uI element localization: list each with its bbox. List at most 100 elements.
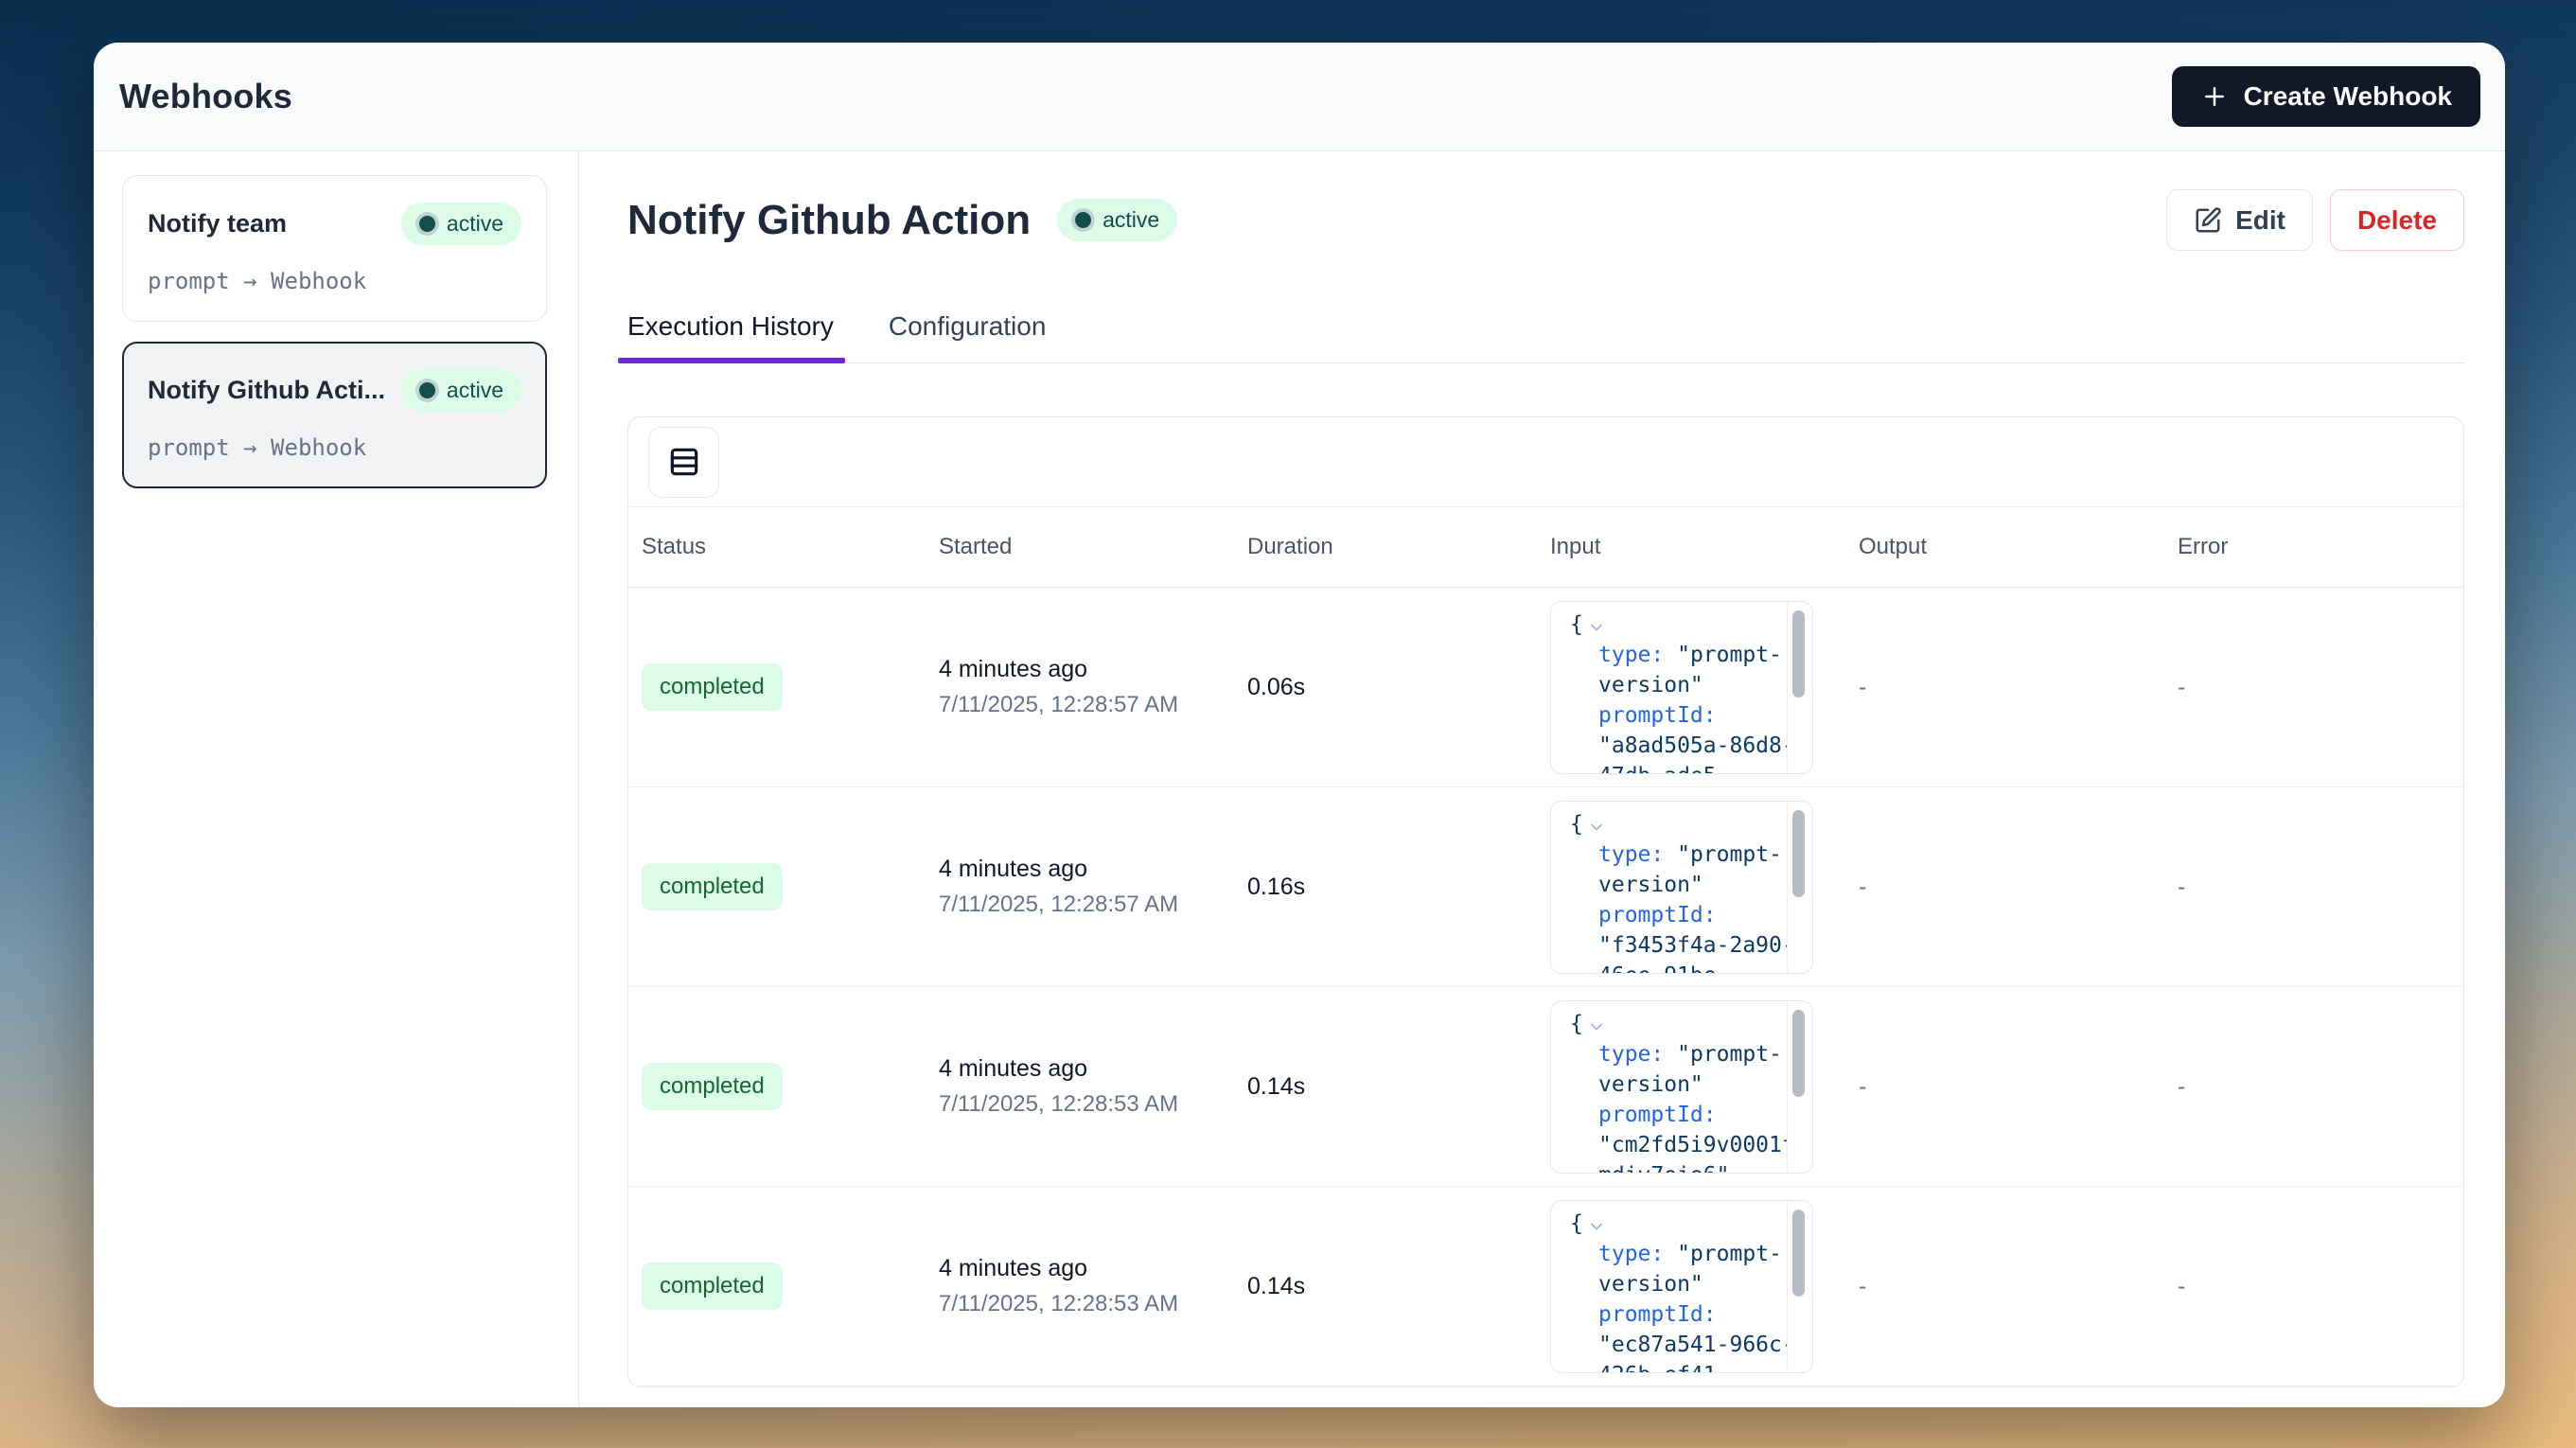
webhook-name: Notify Github Acti...	[148, 376, 385, 405]
active-dot-icon	[419, 216, 435, 232]
detail-actions: Edit Delete	[2166, 189, 2464, 251]
json-key: promptId:	[1598, 903, 1717, 927]
json-scrollbar-thumb[interactable]	[1792, 1210, 1805, 1297]
input-json-preview[interactable]: { type: "prompt- version" promptId: "a8a…	[1550, 601, 1813, 774]
webhook-route: prompt → Webhook	[148, 434, 521, 461]
error-value: -	[2178, 874, 2463, 901]
chevron-down-icon[interactable]	[1587, 1017, 1606, 1036]
started-absolute: 7/11/2025, 12:28:57 AM	[939, 892, 1247, 918]
table-row: completed 4 minutes ago 7/11/2025, 12:28…	[628, 588, 2463, 787]
tab-execution-history[interactable]: Execution History	[627, 311, 834, 362]
webhook-detail-title: Notify Github Action	[627, 197, 1031, 244]
status-badge-label: active	[447, 378, 503, 403]
json-value: "a8ad505a-86d8-	[1598, 733, 1795, 758]
json-scrollbar	[1787, 1002, 1811, 1172]
status-badge: completed	[642, 863, 783, 910]
app-body: Notify team active prompt → Webhook Noti…	[94, 151, 2505, 1407]
started-absolute: 7/11/2025, 12:28:53 AM	[939, 1091, 1247, 1118]
sidebar-item-header: Notify Github Acti... active	[148, 369, 521, 412]
plus-icon	[2200, 82, 2229, 111]
chevron-down-icon[interactable]	[1587, 818, 1606, 837]
status-badge: completed	[642, 1063, 783, 1110]
json-value: "prompt-	[1677, 1242, 1782, 1266]
status-badge: completed	[642, 663, 783, 711]
json-open-brace: {	[1570, 1209, 1583, 1239]
column-header-duration: Duration	[1247, 534, 1550, 560]
error-value: -	[2178, 1073, 2463, 1101]
json-key: promptId:	[1598, 703, 1717, 728]
input-json-preview[interactable]: { type: "prompt- version" promptId: "f34…	[1550, 801, 1813, 974]
duration-value: 0.14s	[1247, 1073, 1550, 1101]
table-rows-view-button[interactable]	[648, 427, 719, 498]
sidebar-item-notify-team[interactable]: Notify team active prompt → Webhook	[122, 175, 547, 322]
json-scrollbar-thumb[interactable]	[1792, 1010, 1805, 1097]
duration-value: 0.06s	[1247, 674, 1550, 701]
json-scrollbar	[1787, 603, 1811, 772]
active-dot-icon	[1075, 212, 1091, 228]
sidebar-item-header: Notify team active	[148, 203, 521, 245]
column-header-input: Input	[1550, 534, 1859, 560]
json-open-brace: {	[1570, 809, 1583, 839]
tab-configuration[interactable]: Configuration	[889, 311, 1047, 362]
json-value: version"	[1598, 873, 1703, 897]
table-rows-icon	[666, 444, 702, 480]
json-value: version"	[1598, 1072, 1703, 1097]
json-value: "prompt-	[1677, 1042, 1782, 1067]
detail-tabs: Execution History Configuration	[627, 311, 2464, 363]
webhook-route: prompt → Webhook	[148, 268, 521, 294]
json-scrollbar-thumb[interactable]	[1792, 610, 1805, 698]
output-value: -	[1859, 674, 2178, 701]
delete-button[interactable]: Delete	[2330, 189, 2464, 251]
column-header-started: Started	[939, 534, 1247, 560]
webhook-name: Notify team	[148, 209, 287, 238]
active-dot-icon	[419, 382, 435, 398]
chevron-down-icon[interactable]	[1587, 1217, 1606, 1236]
status-badge-label: active	[447, 211, 503, 237]
started-relative: 4 minutes ago	[939, 1255, 1247, 1282]
json-value: 46ee-91be	[1598, 963, 1717, 974]
status-badge: active	[401, 203, 521, 245]
json-value: version"	[1598, 1272, 1703, 1297]
started-absolute: 7/11/2025, 12:28:57 AM	[939, 692, 1247, 718]
execution-history-table: Status Started Duration Input Output Err…	[627, 416, 2464, 1387]
detail-header: Notify Github Action active Edit	[627, 189, 2464, 251]
json-scrollbar	[1787, 1202, 1811, 1371]
json-value: mdiv7oio6"	[1598, 1163, 1729, 1174]
desktop-background: Webhooks Create Webhook Notify team acti…	[0, 0, 2576, 1448]
json-key: type:	[1598, 1042, 1664, 1067]
webhook-detail-panel: Notify Github Action active Edit	[579, 151, 2505, 1407]
column-header-status: Status	[642, 534, 939, 560]
duration-value: 0.14s	[1247, 1273, 1550, 1300]
json-value: version"	[1598, 673, 1703, 698]
create-webhook-button[interactable]: Create Webhook	[2172, 66, 2480, 127]
json-value: 426b-ef41	[1598, 1363, 1717, 1373]
json-key: type:	[1598, 643, 1664, 667]
json-value: 47db-ade5	[1598, 764, 1717, 774]
json-scrollbar-thumb[interactable]	[1792, 810, 1805, 897]
started-relative: 4 minutes ago	[939, 856, 1247, 883]
sidebar-item-notify-github-action[interactable]: Notify Github Acti... active prompt → We…	[122, 342, 547, 488]
input-json-preview[interactable]: { type: "prompt- version" promptId: "cm2…	[1550, 1000, 1813, 1174]
create-webhook-label: Create Webhook	[2244, 81, 2452, 112]
edit-button-label: Edit	[2235, 205, 2285, 236]
error-value: -	[2178, 1273, 2463, 1300]
status-badge: active	[401, 369, 521, 412]
webhook-list-sidebar: Notify team active prompt → Webhook Noti…	[94, 151, 579, 1407]
edit-button[interactable]: Edit	[2166, 189, 2313, 251]
table-toolbar	[628, 417, 2463, 507]
json-open-brace: {	[1570, 609, 1583, 640]
input-json-preview[interactable]: { type: "prompt- version" promptId: "ec8…	[1550, 1200, 1813, 1373]
chevron-down-icon[interactable]	[1587, 618, 1606, 637]
table-row: completed 4 minutes ago 7/11/2025, 12:28…	[628, 787, 2463, 987]
json-key: promptId:	[1598, 1302, 1717, 1327]
status-badge: completed	[642, 1263, 783, 1310]
json-value: "prompt-	[1677, 643, 1782, 667]
page-title: Webhooks	[119, 77, 292, 116]
output-value: -	[1859, 1273, 2178, 1300]
json-key: type:	[1598, 842, 1664, 867]
edit-pencil-icon	[2194, 206, 2222, 235]
table-row: completed 4 minutes ago 7/11/2025, 12:28…	[628, 987, 2463, 1187]
started-relative: 4 minutes ago	[939, 1055, 1247, 1083]
json-key: promptId:	[1598, 1103, 1717, 1127]
json-open-brace: {	[1570, 1009, 1583, 1039]
